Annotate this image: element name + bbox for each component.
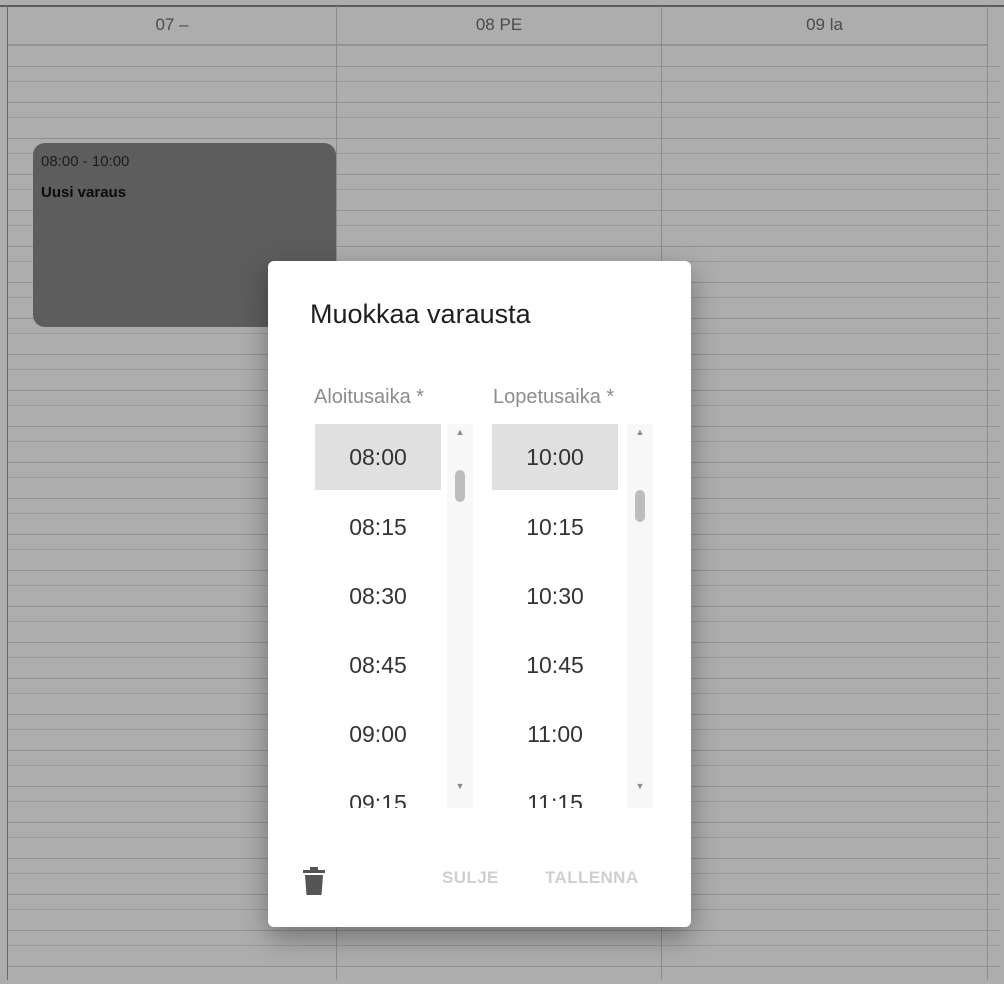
dialog-title: Muokkaa varausta — [310, 299, 531, 329]
scroll-thumb[interactable] — [635, 490, 645, 522]
end-time-scrollbar[interactable]: ▲ ▼ — [627, 424, 653, 808]
delete-booking-button[interactable] — [300, 863, 328, 899]
start-time-label: Aloitusaika * — [314, 386, 425, 408]
close-button[interactable]: SULJE — [442, 868, 499, 888]
end-time-option[interactable]: 10:45 — [492, 631, 618, 700]
edit-booking-dialog: Muokkaa varausta Aloitusaika * 08:00 08:… — [268, 261, 691, 927]
end-time-picker[interactable]: 10:00 10:15 10:30 10:45 11:00 11:15 — [492, 424, 618, 808]
start-time-option[interactable]: 08:45 — [315, 631, 441, 700]
start-time-option[interactable]: 08:00 — [315, 424, 441, 490]
end-time-option[interactable]: 11:00 — [492, 700, 618, 769]
trash-icon — [303, 867, 325, 895]
start-time-option[interactable]: 08:30 — [315, 562, 441, 631]
start-time-scrollbar[interactable]: ▲ ▼ — [447, 424, 473, 808]
arrow-up-icon[interactable]: ▲ — [447, 426, 473, 438]
arrow-up-icon[interactable]: ▲ — [627, 426, 653, 438]
end-time-label: Lopetusaika * — [493, 386, 615, 408]
start-time-option[interactable]: 09:00 — [315, 700, 441, 769]
end-time-option[interactable]: 10:30 — [492, 562, 618, 631]
arrow-down-icon[interactable]: ▼ — [627, 780, 653, 792]
start-time-picker[interactable]: 08:00 08:15 08:30 08:45 09:00 09:15 — [315, 424, 441, 808]
save-button[interactable]: TALLENNA — [545, 868, 639, 888]
arrow-down-icon[interactable]: ▼ — [447, 780, 473, 792]
start-time-option[interactable]: 08:15 — [315, 493, 441, 562]
end-time-option[interactable]: 10:15 — [492, 493, 618, 562]
scroll-thumb[interactable] — [455, 470, 465, 502]
end-time-option[interactable]: 11:15 — [492, 769, 618, 808]
start-time-option[interactable]: 09:15 — [315, 769, 441, 808]
end-time-option[interactable]: 10:00 — [492, 424, 618, 490]
